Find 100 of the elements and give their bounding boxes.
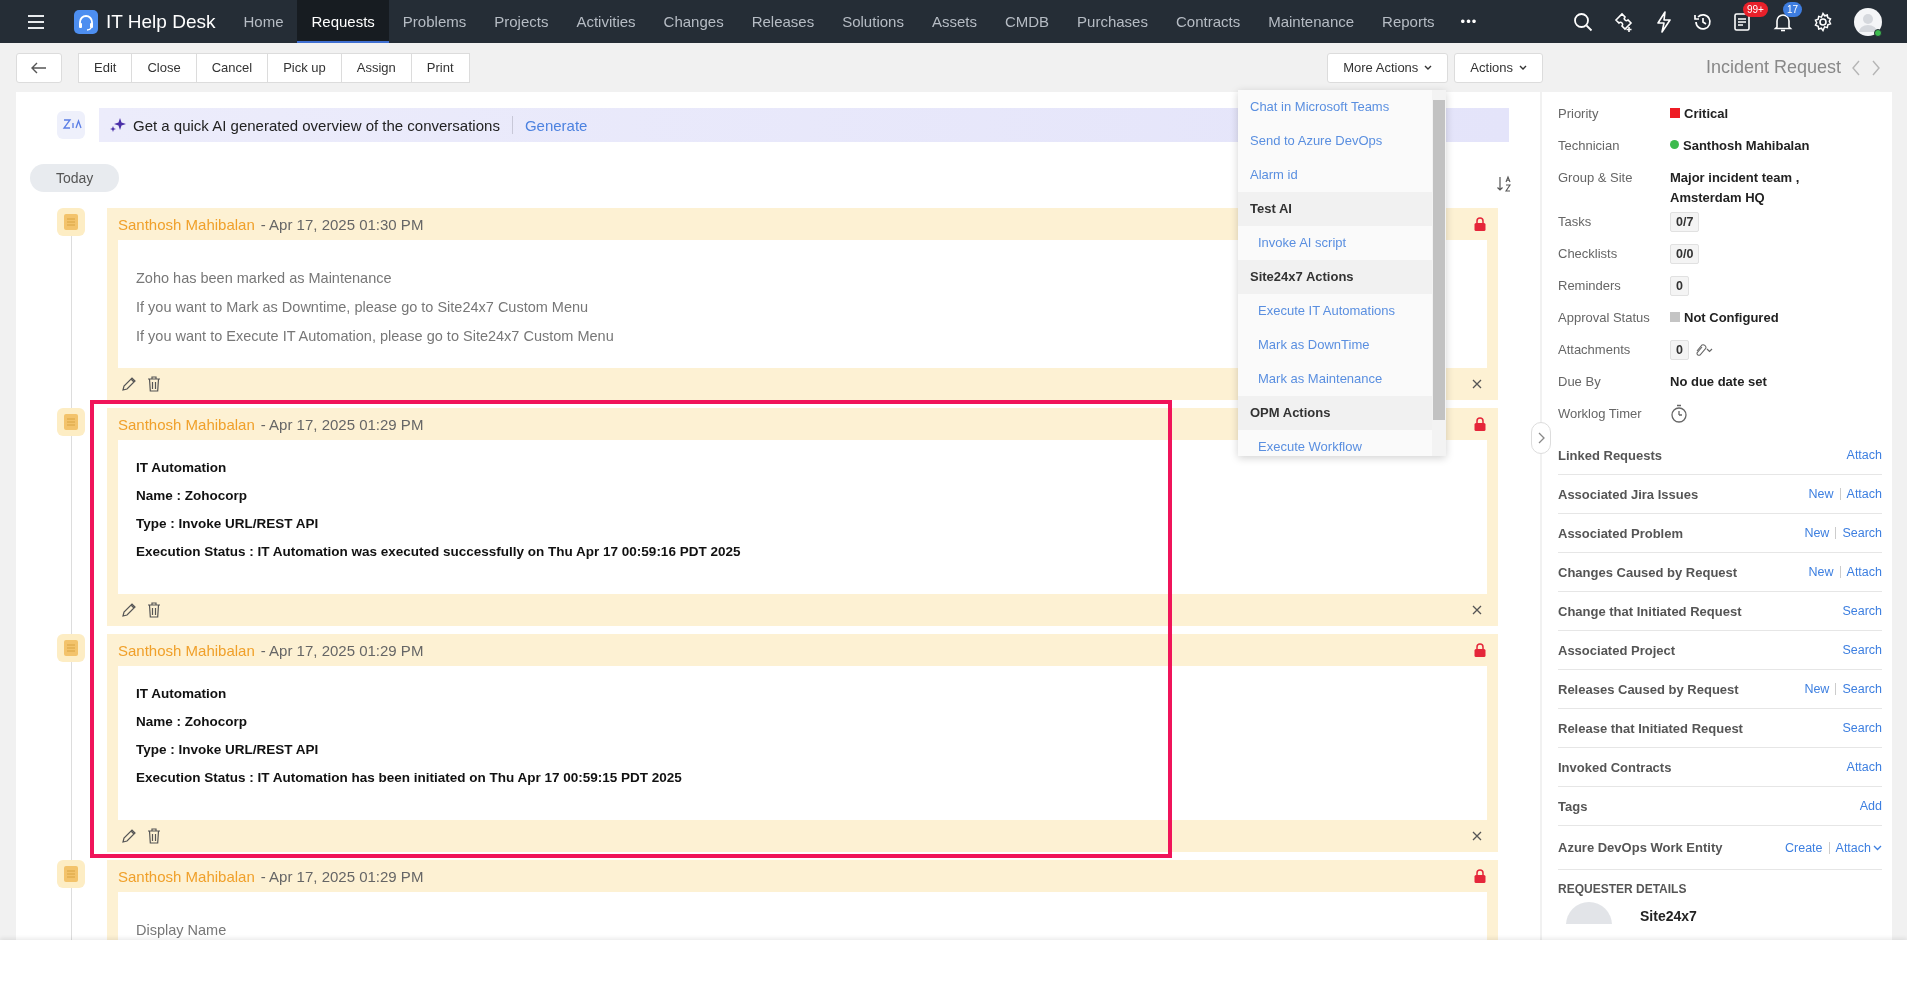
note-date: - Apr 17, 2025 01:29 PM bbox=[260, 867, 424, 885]
section-action-link[interactable]: Search bbox=[1842, 682, 1882, 696]
settings-icon[interactable] bbox=[1813, 11, 1833, 32]
section-action-link[interactable]: Attach bbox=[1846, 448, 1882, 462]
menu-item[interactable]: Execute Workflow bbox=[1238, 430, 1432, 456]
notification-badge: 17 bbox=[1783, 1, 1803, 17]
nav-tab[interactable]: Assets bbox=[917, 0, 991, 43]
menu-group-header: OPM Actions bbox=[1238, 396, 1432, 430]
section-action-link[interactable]: Search bbox=[1842, 721, 1882, 735]
ai-prompt-text: Get a quick AI generated overview of the conversations bbox=[133, 116, 500, 134]
menu-item[interactable]: Alarm id bbox=[1238, 158, 1432, 192]
section-action-link[interactable]: New bbox=[1804, 526, 1830, 540]
section-action-link[interactable]: Add bbox=[1859, 799, 1882, 813]
delete-icon[interactable] bbox=[147, 602, 161, 618]
count-chip[interactable]: 0/0 bbox=[1670, 244, 1700, 264]
note-icon bbox=[57, 408, 85, 436]
edit-icon[interactable] bbox=[121, 376, 137, 392]
count-chip[interactable]: 0 bbox=[1670, 340, 1689, 360]
scrollbar[interactable] bbox=[1432, 90, 1446, 456]
avatar-icon[interactable] bbox=[1853, 6, 1883, 37]
edit-icon[interactable] bbox=[121, 602, 137, 618]
section-action-link[interactable]: Attach bbox=[1846, 487, 1882, 501]
count-chip[interactable]: 0/7 bbox=[1670, 212, 1700, 232]
lock-icon bbox=[1474, 217, 1486, 231]
section-title: Associated Problem bbox=[1558, 525, 1683, 541]
nav-tab[interactable]: Purchases bbox=[1063, 0, 1162, 43]
property-label: Attachments bbox=[1558, 341, 1632, 357]
nav-tab[interactable]: Problems bbox=[388, 0, 481, 43]
property-value: Not Configured bbox=[1684, 309, 1779, 325]
note-date: - Apr 17, 2025 01:29 PM bbox=[260, 641, 424, 659]
notification-badge: 99+ bbox=[1743, 1, 1768, 17]
bell-icon[interactable] bbox=[1773, 11, 1793, 32]
menu-item[interactable]: Mark as DownTime bbox=[1238, 328, 1432, 362]
nav-tab[interactable]: Home bbox=[229, 0, 298, 43]
count-chip[interactable]: 0 bbox=[1670, 276, 1689, 296]
section-action-link[interactable]: Search bbox=[1842, 604, 1882, 618]
menu-item[interactable]: Execute IT Automations bbox=[1238, 294, 1432, 328]
menu-item[interactable]: Chat in Microsoft Teams bbox=[1238, 90, 1432, 124]
lock-icon bbox=[1474, 643, 1486, 657]
nav-tab[interactable]: Maintenance bbox=[1254, 0, 1369, 43]
section-title: Release that Initiated Request bbox=[1558, 720, 1743, 736]
close-icon[interactable] bbox=[1472, 379, 1482, 389]
section-title: Linked Requests bbox=[1558, 447, 1663, 463]
close-icon[interactable] bbox=[1472, 605, 1482, 615]
toolbar-button[interactable]: Close bbox=[131, 52, 196, 83]
generate-link[interactable]: Generate bbox=[524, 116, 588, 134]
property-value: Critical bbox=[1684, 105, 1729, 121]
toolbar-button[interactable]: Cancel bbox=[195, 52, 268, 83]
menu-item[interactable]: Send to Azure DevOps bbox=[1238, 124, 1432, 158]
section-action-link[interactable]: New bbox=[1804, 682, 1830, 696]
nav-tab[interactable]: Solutions bbox=[828, 0, 918, 43]
nav-tab[interactable]: Projects bbox=[480, 0, 563, 43]
toolbar-button[interactable]: Assign bbox=[340, 52, 411, 83]
edit-icon[interactable] bbox=[121, 828, 137, 844]
more-actions-button[interactable]: More Actions bbox=[1327, 52, 1449, 83]
section-heading: REQUESTER DETAILS bbox=[1558, 882, 1688, 896]
note-text: If you want to Mark as Downtime, please go to Site24x7 Custom Menu bbox=[136, 298, 589, 317]
menu-item[interactable]: Invoke AI script bbox=[1238, 226, 1432, 260]
task-list-icon[interactable] bbox=[1733, 11, 1753, 32]
stopwatch-icon[interactable] bbox=[1670, 404, 1688, 424]
delete-icon[interactable] bbox=[147, 828, 161, 844]
lock-icon bbox=[1474, 869, 1486, 883]
more-menu-link[interactable]: ••• bbox=[1448, 14, 1490, 29]
sort-icon[interactable] bbox=[1496, 175, 1514, 193]
section-action-link[interactable]: New bbox=[1808, 487, 1834, 501]
nav-tab[interactable]: CMDB bbox=[990, 0, 1064, 43]
section-action-link[interactable]: Attach bbox=[1835, 840, 1882, 855]
actions-button[interactable]: Actions bbox=[1454, 52, 1543, 83]
lock-icon bbox=[1474, 417, 1486, 431]
toolbar-button[interactable]: Print bbox=[410, 52, 470, 83]
toolbar-button[interactable]: Pick up bbox=[267, 52, 341, 83]
back-button[interactable] bbox=[16, 52, 62, 83]
toolbar-button[interactable]: Edit bbox=[78, 52, 132, 83]
section-action-link[interactable]: Create bbox=[1785, 840, 1823, 855]
lightning-icon[interactable] bbox=[1655, 10, 1673, 33]
nav-tab[interactable]: Activities bbox=[562, 0, 650, 43]
caret-icon bbox=[1873, 844, 1882, 851]
property-label: Reminders bbox=[1558, 277, 1622, 293]
note-icon bbox=[57, 860, 85, 888]
section-title: Invoked Contracts bbox=[1558, 759, 1672, 775]
section-action-link[interactable]: Search bbox=[1842, 643, 1882, 657]
nav-tab[interactable]: Requests bbox=[297, 0, 389, 43]
section-action-link[interactable]: Attach bbox=[1846, 760, 1882, 774]
menu-item[interactable]: Mark as Maintenance bbox=[1238, 362, 1432, 396]
note-text: Execution Status : IT Automation has been initiated on Thu Apr 17 00:59:15 PDT 2025 bbox=[136, 769, 682, 787]
nav-tab[interactable]: Releases bbox=[737, 0, 829, 43]
nav-tab[interactable]: Contracts bbox=[1161, 0, 1255, 43]
sparkle-icon bbox=[109, 117, 127, 133]
nav-tab[interactable]: Reports bbox=[1368, 0, 1449, 43]
nav-tab[interactable]: Changes bbox=[649, 0, 738, 43]
ticket-plus-icon[interactable] bbox=[1613, 10, 1635, 33]
property-value: No due date set bbox=[1670, 373, 1768, 391]
section-title: Tags bbox=[1558, 798, 1588, 814]
section-action-link[interactable]: New bbox=[1808, 565, 1834, 579]
close-icon[interactable] bbox=[1472, 831, 1482, 841]
section-action-link[interactable]: Search bbox=[1842, 526, 1882, 540]
search-icon[interactable] bbox=[1573, 11, 1593, 32]
history-icon[interactable] bbox=[1693, 11, 1713, 32]
section-action-link[interactable]: Attach bbox=[1846, 565, 1882, 579]
delete-icon[interactable] bbox=[147, 376, 161, 392]
